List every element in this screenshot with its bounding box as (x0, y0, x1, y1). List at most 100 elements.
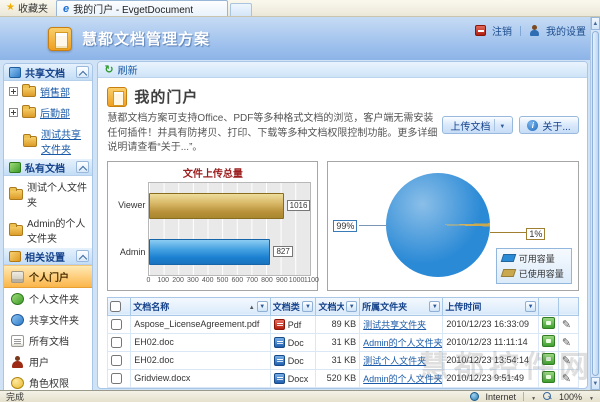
browser-tab-active[interactable]: 我的门户 - EvgetDocument (56, 0, 228, 16)
folder-link[interactable]: 销售部 (40, 84, 70, 99)
table-row[interactable]: EH02.docDoc31 KBAdmin的个人文件夹2010/12/23 11… (108, 333, 578, 351)
preview-icon[interactable] (542, 353, 555, 365)
collapse-button[interactable] (76, 66, 89, 78)
pie-value-label: 99% (333, 220, 357, 232)
vertical-scrollbar[interactable] (590, 17, 600, 390)
expand-icon[interactable] (9, 108, 18, 117)
bar-value-label: 1016 (287, 200, 311, 211)
personal-folder-icon (11, 293, 24, 305)
favorites-button[interactable]: 收藏夹 (0, 0, 56, 16)
column-header-time[interactable]: 上传时间 (445, 300, 523, 313)
upload-document-button[interactable]: 上传文档 (442, 116, 513, 134)
folder-link[interactable]: Admin的个人文件夹 (363, 338, 443, 348)
folder-label[interactable]: Admin的个人文件夹 (27, 215, 90, 245)
scroll-down-button[interactable] (591, 377, 600, 390)
column-header-name[interactable]: 文档名称 (133, 300, 246, 313)
folder-link[interactable]: 测试个人文件夹 (363, 356, 426, 366)
scrollbar-thumb[interactable] (592, 31, 599, 376)
favorites-label: 收藏夹 (18, 0, 48, 15)
tree-item[interactable]: 后勤部 (4, 102, 92, 123)
tree-item[interactable]: Admin的个人文件夹 (4, 212, 92, 248)
pie-value-label: 1% (526, 228, 545, 240)
folder-icon (9, 189, 23, 200)
my-settings-link[interactable]: 我的设置 (546, 23, 586, 38)
preview-icon[interactable] (542, 371, 555, 383)
preview-icon[interactable] (542, 317, 555, 329)
filter-dropdown-icon[interactable] (429, 301, 440, 312)
edit-icon[interactable] (562, 337, 571, 349)
column-header-size[interactable]: 文档大小 (318, 300, 344, 313)
collapse-button[interactable] (76, 161, 89, 173)
section-header-shared-docs[interactable]: 共享文档 (4, 64, 92, 81)
sidebar-item-personal-portal[interactable]: 个人门户 (4, 265, 92, 288)
column-header-type[interactable]: 文档类型 (273, 300, 301, 313)
folder-label[interactable]: 测试个人文件夹 (27, 179, 90, 209)
content-body: 我的门户 慧都文档方案可支持Office、PDF等多种格式文档的浏览，客户端无需… (98, 78, 586, 389)
filter-dropdown-icon[interactable] (346, 301, 357, 312)
preview-icon[interactable] (542, 335, 555, 347)
edit-icon[interactable] (562, 373, 571, 385)
chevron-down-icon[interactable] (589, 392, 594, 402)
row-checkbox[interactable] (111, 319, 122, 330)
pie-chart-panel: 99% 1% 可用容量已使用容量 (327, 161, 578, 291)
sidebar-item-shared-folder[interactable]: 共享文件夹 (4, 309, 92, 330)
x-tick-label: 200 (172, 277, 184, 284)
page-title: 我的门户 (134, 86, 198, 107)
folder-icon (22, 86, 36, 97)
row-checkbox[interactable] (111, 373, 122, 384)
edit-icon[interactable] (562, 355, 571, 367)
filter-dropdown-icon[interactable] (257, 301, 268, 312)
expand-icon[interactable] (9, 87, 18, 96)
legend-item: 可用容量 (502, 252, 564, 265)
about-button[interactable]: 关于... (519, 116, 578, 134)
pie-callout-line (359, 225, 387, 226)
tab-title: 我的门户 - EvgetDocument (73, 1, 193, 16)
pie-callout-line (490, 232, 526, 233)
table-row[interactable]: Gridview.docxDocx520 KBAdmin的个人文件夹2010/1… (108, 369, 578, 387)
document-size: 31 KB (316, 333, 360, 351)
folder-icon (9, 225, 23, 236)
private-docs-icon (9, 162, 21, 173)
collapse-button[interactable] (76, 250, 89, 262)
settings-section-icon (9, 251, 21, 262)
folder-link[interactable]: 测试共享文件夹 (363, 320, 426, 330)
refresh-button[interactable]: 刷新 (118, 62, 138, 77)
legend-label: 可用容量 (519, 252, 555, 265)
section-header-settings[interactable]: 相关设置 (4, 248, 92, 265)
row-checkbox[interactable] (111, 355, 122, 366)
section-header-private-docs[interactable]: 私有文档 (4, 159, 92, 176)
tree-item[interactable]: 测试个人文件夹 (4, 176, 92, 212)
row-checkbox[interactable] (111, 337, 122, 348)
chevron-down-icon[interactable] (499, 120, 505, 131)
refresh-icon (104, 63, 113, 76)
bar-viewer (149, 193, 283, 219)
table-row[interactable]: EH02.docDoc31 KB测试个人文件夹2010/12/23 13:54:… (108, 351, 578, 369)
bar-chart-plot: 1016827 (148, 182, 311, 276)
table-row[interactable]: omr.docxDocx12 KB测试共享文件夹2010/12/22 17:23… (108, 387, 578, 389)
folder-link[interactable]: 后勤部 (40, 105, 70, 120)
sidebar-item-all-documents[interactable]: 所有文档 (4, 330, 92, 351)
app-logo-icon (48, 27, 72, 51)
new-tab-stub[interactable] (230, 3, 252, 16)
tree-item[interactable]: 销售部 (4, 81, 92, 102)
edit-icon[interactable] (562, 319, 571, 331)
document-size: 31 KB (316, 351, 360, 369)
folder-icon (23, 136, 37, 147)
chevron-down-icon[interactable] (531, 392, 536, 402)
tree-item[interactable]: 测试共享文件夹 (4, 123, 92, 159)
table-row[interactable]: Aspose_LicenseAgreement.pdfPdf89 KB测试共享文… (108, 315, 578, 333)
doc-file-icon (274, 337, 285, 348)
column-header-folder[interactable]: 所属文件夹 (362, 300, 427, 313)
doc-file-icon (274, 373, 285, 384)
filter-dropdown-icon[interactable] (525, 301, 536, 312)
logout-link[interactable]: 注销 (492, 23, 512, 38)
scroll-up-button[interactable] (591, 17, 600, 30)
filter-dropdown-icon[interactable] (302, 301, 313, 312)
folder-link[interactable]: Admin的个人文件夹 (363, 374, 443, 384)
folder-link[interactable]: 测试共享文件夹 (41, 126, 90, 156)
upload-time: 2010/12/23 13:54:14 (443, 351, 539, 369)
sidebar-item-users[interactable]: 用户 (4, 351, 92, 372)
action-buttons: 上传文档 关于... (442, 116, 578, 134)
select-all-checkbox[interactable] (110, 301, 121, 312)
sidebar-item-personal-folder[interactable]: 个人文件夹 (4, 288, 92, 309)
